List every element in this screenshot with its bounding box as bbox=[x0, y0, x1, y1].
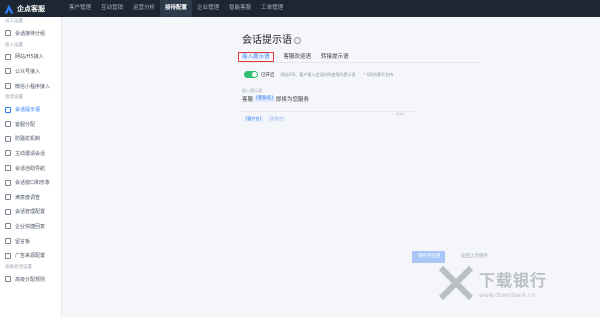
sidebar: 员工设置会话接待分组接入设置网站/H5接入 公众号接入微信小程序接入会话设置会话提… bbox=[0, 17, 62, 317]
sidebar-item[interactable]: 会话管理配置 bbox=[0, 205, 61, 220]
watermark-url: www.downbank.cn bbox=[479, 292, 536, 299]
sidebar-item[interactable]: 企业快捷回复 bbox=[0, 219, 61, 234]
insert-customer-name-button[interactable]: [客户名] bbox=[244, 116, 264, 122]
toggle-label: 已开启 bbox=[261, 72, 275, 78]
brand-logo-icon bbox=[4, 4, 14, 13]
prompt-text-before: 客服 bbox=[242, 97, 254, 103]
sidebar-item-icon bbox=[5, 53, 11, 60]
sidebar-item-icon bbox=[5, 83, 11, 90]
nav-item-1[interactable]: 互动营销 bbox=[96, 0, 128, 17]
sidebar-item[interactable]: 微信小程序接入 bbox=[0, 79, 61, 94]
sidebar-item-icon bbox=[5, 165, 11, 172]
info-icon[interactable]: i bbox=[294, 37, 301, 44]
brand[interactable]: 企点客服 bbox=[0, 4, 62, 14]
sidebar-item-label: 公众号接入 bbox=[15, 68, 41, 75]
sidebar-item-label: 防骚扰机制 bbox=[15, 136, 41, 143]
sidebar-group-title: 高级会话设置 bbox=[5, 264, 32, 270]
sidebar-item-label: 会话提示语 bbox=[15, 107, 41, 114]
sidebar-item[interactable]: 主动邀请会话 bbox=[0, 146, 61, 161]
toggle-note: * QQ访客不支持 bbox=[363, 71, 393, 77]
sidebar-item-label: 满意度调查 bbox=[15, 194, 41, 201]
watermark-text: 下载银行 bbox=[479, 271, 548, 290]
sidebar-item-icon bbox=[5, 68, 11, 75]
revert-button[interactable]: 返回上次保存 bbox=[455, 251, 494, 263]
sidebar-item-label: 企业快捷回复 bbox=[15, 223, 46, 230]
sidebar-group-title: 会话设置 bbox=[5, 95, 23, 101]
tab-access-prompt[interactable]: 接入提示语 bbox=[238, 52, 274, 62]
sidebar-item-icon bbox=[5, 135, 11, 142]
sidebar-item-label: 会话接待分组 bbox=[15, 30, 46, 37]
sidebar-item-label: 会话自助导航 bbox=[15, 165, 46, 172]
brand-name: 企点客服 bbox=[17, 4, 45, 13]
top-nav-bar: 企点客服 客户管理 互动营销 运营分析 接待配置 企业管理 智能客服 工单管理 bbox=[0, 0, 600, 17]
nav-item-5[interactable]: 智能客服 bbox=[224, 0, 256, 17]
sidebar-item[interactable]: 客服分配 bbox=[0, 117, 61, 132]
sidebar-item-label: 主动邀请会话 bbox=[15, 150, 46, 157]
sidebar-item[interactable]: 公众号接入 bbox=[0, 64, 61, 79]
watermark-logo-icon bbox=[438, 265, 474, 301]
sidebar-item-label: 会话管理配置 bbox=[15, 209, 46, 216]
sidebar-group-title: 接入设置 bbox=[5, 42, 23, 48]
nav-item-2[interactable]: 运营分析 bbox=[128, 0, 160, 17]
sidebar-item-icon bbox=[5, 106, 11, 113]
tab-welcome-message[interactable]: 客服欢迎语 bbox=[284, 52, 312, 62]
sidebar-item-icon bbox=[5, 179, 11, 186]
sidebar-item-label: 留言板 bbox=[15, 238, 31, 245]
sidebar-item[interactable]: 会话窗口和形象 bbox=[0, 175, 61, 190]
sidebar-item-label: 客服分配 bbox=[15, 121, 36, 128]
sidebar-item-icon bbox=[5, 208, 11, 215]
sidebar-item[interactable]: 网站/H5接入 bbox=[0, 50, 61, 65]
sidebar-item[interactable]: 广告来源配置 bbox=[0, 248, 61, 263]
sidebar-item-icon bbox=[5, 223, 11, 230]
sidebar-item-icon bbox=[5, 252, 11, 259]
sidebar-item[interactable]: 会话提示语 bbox=[0, 102, 61, 117]
insert-agent-name-button[interactable]: [客服名] bbox=[267, 116, 287, 122]
enable-row: 已开启 网站/H5、客户接入会话时所使用的提示语 * QQ访客不支持 bbox=[244, 71, 393, 78]
toggle-description: 网站/H5、客户接入会话时所使用的提示语 bbox=[280, 71, 356, 77]
prompt-text[interactable]: 客服 [客服名] 即将为您服务 bbox=[242, 95, 478, 103]
editor-label: 接入提示语 bbox=[242, 88, 262, 93]
sidebar-item[interactable]: 留言板 bbox=[0, 234, 61, 249]
sidebar-item-label: 高级分配规则 bbox=[15, 276, 46, 283]
sidebar-item-label: 广告来源配置 bbox=[15, 253, 46, 260]
nav-item-0[interactable]: 客户管理 bbox=[64, 0, 96, 17]
placeholder-tag: [客服名] bbox=[254, 96, 275, 102]
sidebar-item[interactable]: 会话自助导航 bbox=[0, 161, 61, 176]
enable-toggle[interactable] bbox=[244, 71, 258, 78]
editor-divider bbox=[242, 111, 414, 112]
save-button[interactable]: 保存并应用 bbox=[412, 251, 445, 263]
action-bar: 保存并应用 返回上次保存 bbox=[412, 251, 494, 263]
page-title: 会话提示语 i bbox=[242, 31, 301, 46]
sidebar-group-title: 员工设置 bbox=[5, 19, 23, 24]
sidebar-item-icon bbox=[5, 150, 11, 157]
sidebar-item-icon bbox=[5, 30, 11, 37]
main-nav: 客户管理 互动营销 运营分析 接待配置 企业管理 智能客服 工单管理 bbox=[64, 0, 288, 17]
variable-buttons: [客户名] [客服名] bbox=[244, 116, 290, 122]
nav-item-6[interactable]: 工单管理 bbox=[256, 0, 288, 17]
sidebar-item-label: 会话窗口和形象 bbox=[15, 180, 51, 187]
sidebar-item-label: 网站/H5接入 bbox=[15, 54, 44, 61]
sidebar-item[interactable]: 满意度调查 bbox=[0, 190, 61, 205]
sidebar-item-icon bbox=[5, 121, 11, 128]
sidebar-item[interactable]: 会话接待分组 bbox=[0, 26, 61, 41]
sidebar-item-label: 微信小程序接入 bbox=[15, 83, 51, 90]
nav-item-4[interactable]: 企业管理 bbox=[192, 0, 224, 17]
nav-item-3[interactable]: 接待配置 bbox=[160, 0, 193, 17]
page-title-text: 会话提示语 bbox=[242, 35, 292, 46]
tab-bar: 接入提示语 客服欢迎语 转接提示语 bbox=[238, 52, 480, 63]
tab-transfer-prompt[interactable]: 转接提示语 bbox=[321, 52, 349, 62]
sidebar-item-icon bbox=[5, 238, 11, 245]
sidebar-item-icon bbox=[5, 276, 11, 283]
sidebar-item[interactable]: 高级分配规则 bbox=[0, 272, 61, 287]
prompt-text-after: 即将为您服务 bbox=[276, 97, 310, 103]
main-panel: 会话提示语 i 接入提示语 客服欢迎语 转接提示语 已开启 网站/H5、客户接入会… bbox=[228, 26, 492, 290]
char-counter: 9/40 bbox=[396, 112, 404, 116]
watermark: 下载银行 www.downbank.cn bbox=[437, 264, 547, 302]
prompt-editor[interactable]: 接入提示语 客服 [客服名] 即将为您服务 9/40 [客户名] [客服名] bbox=[242, 88, 478, 138]
sidebar-item[interactable]: 防骚扰机制 bbox=[0, 132, 61, 147]
sidebar-item-icon bbox=[5, 194, 11, 201]
